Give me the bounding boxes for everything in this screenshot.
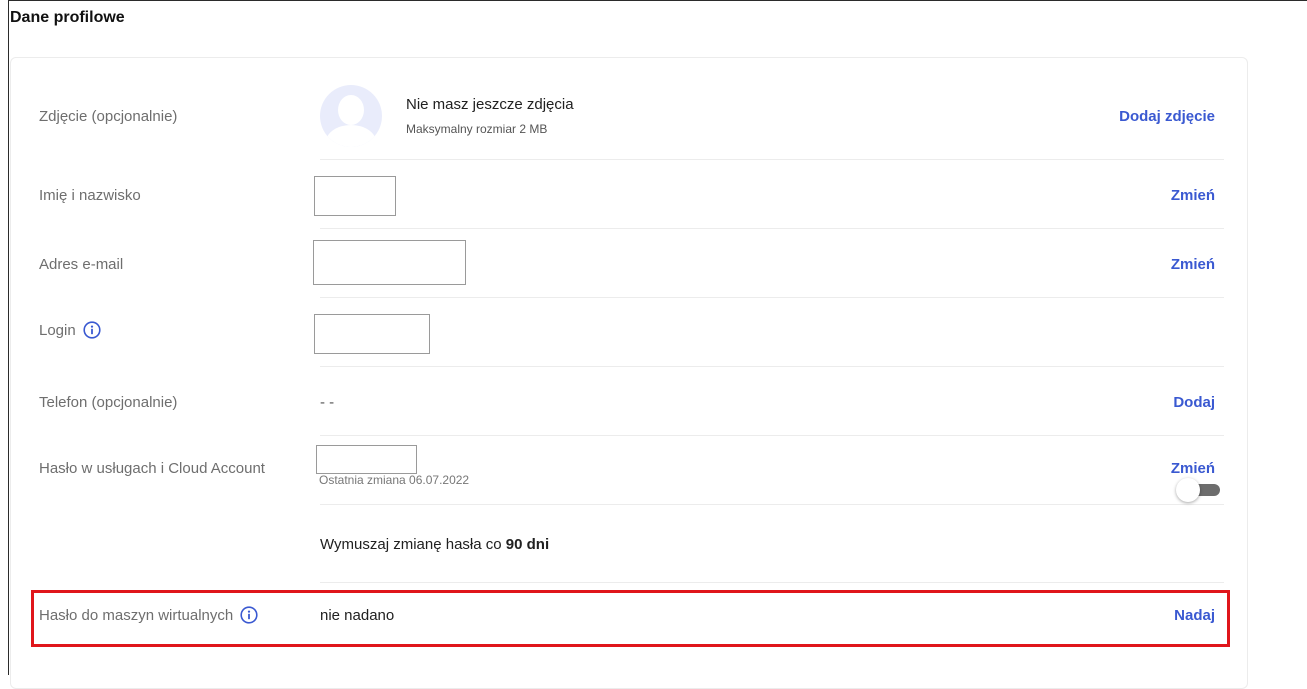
highlight-box — [31, 590, 1230, 647]
name-field[interactable] — [314, 176, 396, 216]
user-avatar-icon — [320, 85, 382, 147]
password-last-change: Ostatnia zmiana 06.07.2022 — [319, 473, 470, 487]
avatar-body — [326, 125, 376, 147]
force-change-text: Wymuszaj zmianę hasła co 90 dni — [320, 536, 549, 553]
frame-left-border — [8, 0, 9, 675]
toggle-knob — [1176, 478, 1200, 502]
login-row: Login — [11, 298, 1247, 367]
force-change-row: Wymuszaj zmianę hasła co 90 dni — [11, 505, 1247, 583]
photo-row: Zdjęcie (opcjonalnie) Nie masz jeszcze z… — [11, 58, 1247, 160]
section-title: Dane profilowe — [10, 9, 125, 26]
avatar-head — [338, 95, 364, 125]
login-label: Login — [39, 321, 76, 339]
change-email-button[interactable]: Zmień — [1171, 256, 1215, 273]
name-label: Imię i nazwisko — [39, 187, 141, 204]
force-change-label: Wymuszaj zmianę hasła co — [320, 536, 506, 553]
password-row: Hasło w usługach i Cloud Account Ostatni… — [11, 436, 1247, 505]
phone-row: Telefon (opcjonalnie) - - Dodaj — [11, 367, 1247, 436]
add-phone-button[interactable]: Dodaj — [1173, 394, 1215, 411]
email-row: Adres e-mail Zmień — [11, 229, 1247, 298]
name-row: Imię i nazwisko Zmień — [11, 160, 1247, 229]
photo-size-hint: Maksymalny rozmiar 2 MB — [406, 122, 548, 136]
password-field[interactable] — [316, 445, 417, 474]
change-password-button[interactable]: Zmień — [1171, 460, 1215, 477]
add-photo-button[interactable]: Dodaj zdjęcie — [1119, 108, 1215, 125]
info-icon[interactable] — [83, 321, 101, 339]
login-label-group: Login — [39, 321, 101, 339]
photo-label: Zdjęcie (opcjonalnie) — [39, 108, 178, 125]
login-field[interactable] — [314, 314, 430, 354]
force-change-toggle[interactable] — [1176, 478, 1222, 502]
phone-value: - - — [320, 394, 335, 411]
email-field[interactable] — [313, 240, 466, 285]
phone-label: Telefon (opcjonalnie) — [39, 394, 178, 411]
change-name-button[interactable]: Zmień — [1171, 187, 1215, 204]
frame-top-border — [8, 0, 1307, 1]
email-label: Adres e-mail — [39, 256, 124, 273]
photo-status-title: Nie masz jeszcze zdjęcia — [406, 96, 574, 113]
force-change-days: 90 dni — [505, 536, 550, 553]
password-label: Hasło w usługach i Cloud Account — [39, 460, 265, 477]
